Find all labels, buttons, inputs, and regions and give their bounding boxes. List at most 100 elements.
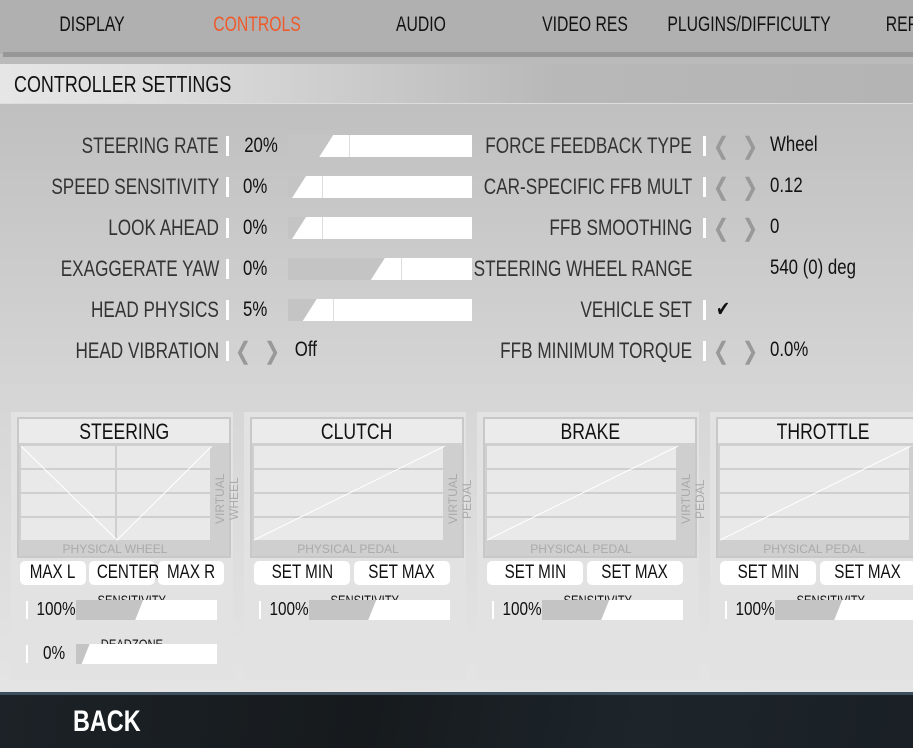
separator [26, 645, 28, 663]
slider-fill [309, 600, 377, 620]
separator [226, 341, 229, 361]
setting-slider[interactable] [288, 217, 472, 239]
setting-label: HEAD VIBRATION [75, 338, 219, 363]
max-r-button[interactable]: MAX R [158, 561, 224, 585]
bottom-bar: BACK [0, 692, 913, 748]
separator [703, 218, 706, 238]
setting-slider[interactable] [288, 176, 472, 198]
chevron-right-icon[interactable]: ❯ [742, 173, 758, 202]
setting-label: CAR-SPECIFIC FFB MULT [483, 174, 692, 199]
separator [259, 601, 261, 619]
separator [226, 300, 229, 320]
button-label: MAX R [166, 562, 216, 583]
set-min-button[interactable]: SET MIN [720, 561, 816, 585]
sensitivity-value: 100% [269, 599, 309, 619]
setting-slider[interactable] [288, 135, 472, 157]
tab-audio[interactable]: AUDIO [396, 13, 446, 37]
sensitivity-slider[interactable] [76, 600, 217, 620]
curve-line [254, 446, 446, 541]
tab-controls[interactable]: CONTROLS [213, 13, 301, 37]
chevron-left-icon[interactable]: ❮ [713, 337, 729, 366]
panel-title: STEERING [19, 419, 229, 444]
tab-rep[interactable]: REP [886, 13, 913, 37]
separator [226, 136, 229, 156]
separator [703, 177, 706, 197]
chevron-right-icon[interactable]: ❯ [264, 337, 280, 366]
setting-slider[interactable] [288, 258, 472, 280]
sensitivity-slider[interactable] [309, 600, 450, 620]
separator [226, 218, 229, 238]
slider-marker [349, 135, 351, 157]
slider-fill [76, 644, 90, 664]
panel-throttle: THROTTLEPHYSICAL PEDALVIRTUAL PEDAL SET M… [710, 412, 913, 680]
button-label: SET MAX [368, 562, 436, 583]
tab-video-res[interactable]: VIDEO RES [542, 13, 628, 37]
slider-fill [542, 600, 610, 620]
chevron-left-icon[interactable]: ❮ [713, 132, 729, 161]
deadzone-slider[interactable] [76, 644, 217, 664]
separator [492, 601, 494, 619]
slider-fill [775, 600, 843, 620]
set-min-button[interactable]: SET MIN [254, 561, 350, 585]
top-tab-bar: DISPLAY CONTROLS AUDIO VIDEO RES PLUGINS/DIF… [0, 0, 913, 54]
x-axis-label: PHYSICAL PEDAL [530, 542, 632, 556]
button-label: SET MAX [601, 562, 669, 583]
slider-fill [288, 299, 317, 321]
y-axis-label: VIRTUAL PEDAL [446, 473, 474, 525]
curve-line [21, 446, 213, 541]
response-curve [720, 446, 912, 541]
slider-marker [322, 176, 323, 198]
setting-label: STEERING WHEEL RANGE [473, 256, 692, 281]
set-max-button[interactable]: SET MAX [587, 561, 683, 585]
setting-value: 5% [243, 298, 268, 321]
sensitivity-slider[interactable] [775, 600, 913, 620]
set-min-button[interactable]: SET MIN [487, 561, 583, 585]
tab-display[interactable]: DISPLAY [59, 13, 124, 37]
setting-value: 0.12 [770, 174, 803, 197]
chevron-right-icon[interactable]: ❯ [742, 132, 758, 161]
chevron-left-icon[interactable]: ❮ [713, 173, 729, 202]
slider-fill [288, 176, 306, 198]
setting-value: Off [294, 338, 317, 361]
response-graph: STEERING PHYSICAL WHEEL VIRTUAL WHEEL [17, 417, 241, 558]
separator [703, 136, 706, 156]
set-max-button[interactable]: SET MAX [820, 561, 913, 585]
chevron-left-icon[interactable]: ❮ [235, 337, 251, 366]
chevron-right-icon[interactable]: ❯ [742, 337, 758, 366]
max-l-button[interactable]: MAX L [20, 561, 86, 585]
slider-fill [288, 217, 306, 239]
checkmark-icon[interactable]: ✔ [716, 297, 730, 322]
deadzone-value: 0% [42, 643, 66, 663]
section-header: CONTROLLER SETTINGS [0, 64, 913, 104]
button-label: CENTER [96, 562, 160, 583]
response-graph: CLUTCH PHYSICAL PEDAL VIRTUAL PEDAL [250, 417, 474, 558]
center-button[interactable]: CENTER [89, 561, 159, 585]
back-button[interactable]: BACK [73, 705, 141, 739]
setting-slider[interactable] [288, 299, 472, 321]
x-axis-label: PHYSICAL WHEEL [62, 542, 168, 556]
response-curve [487, 446, 679, 541]
slider-fill [288, 258, 385, 280]
response-curve [21, 446, 213, 541]
setting-value: 20% [244, 134, 278, 157]
x-axis-label: PHYSICAL PEDAL [297, 542, 399, 556]
slider-fill [76, 600, 144, 620]
set-max-button[interactable]: SET MAX [354, 561, 450, 585]
setting-label: HEAD PHYSICS [91, 297, 219, 322]
tab-plugins-difficulty[interactable]: PLUGINS/DIFFICULTY [667, 13, 830, 37]
chevron-left-icon[interactable]: ❮ [713, 214, 729, 243]
sensitivity-slider[interactable] [542, 600, 683, 620]
curve-line [487, 446, 679, 541]
section-title: CONTROLLER SETTINGS [14, 71, 232, 97]
response-graph: THROTTLEPHYSICAL PEDALVIRTUAL PEDAL [716, 417, 913, 558]
setting-value: 540 (0) deg [770, 256, 856, 279]
panel-brake: BRAKE PHYSICAL PEDAL VIRTUAL PEDAL SET MIN S… [477, 412, 707, 680]
separator [26, 601, 28, 619]
chevron-right-icon[interactable]: ❯ [742, 214, 758, 243]
setting-label: SPEED SENSITIVITY [51, 174, 219, 199]
curve-line [720, 446, 912, 541]
setting-label: FFB MINIMUM TORQUE [500, 338, 692, 363]
panel-title-text: STEERING [79, 419, 169, 444]
panel-title: THROTTLE [718, 419, 913, 444]
panel-title: CLUTCH [252, 419, 462, 444]
